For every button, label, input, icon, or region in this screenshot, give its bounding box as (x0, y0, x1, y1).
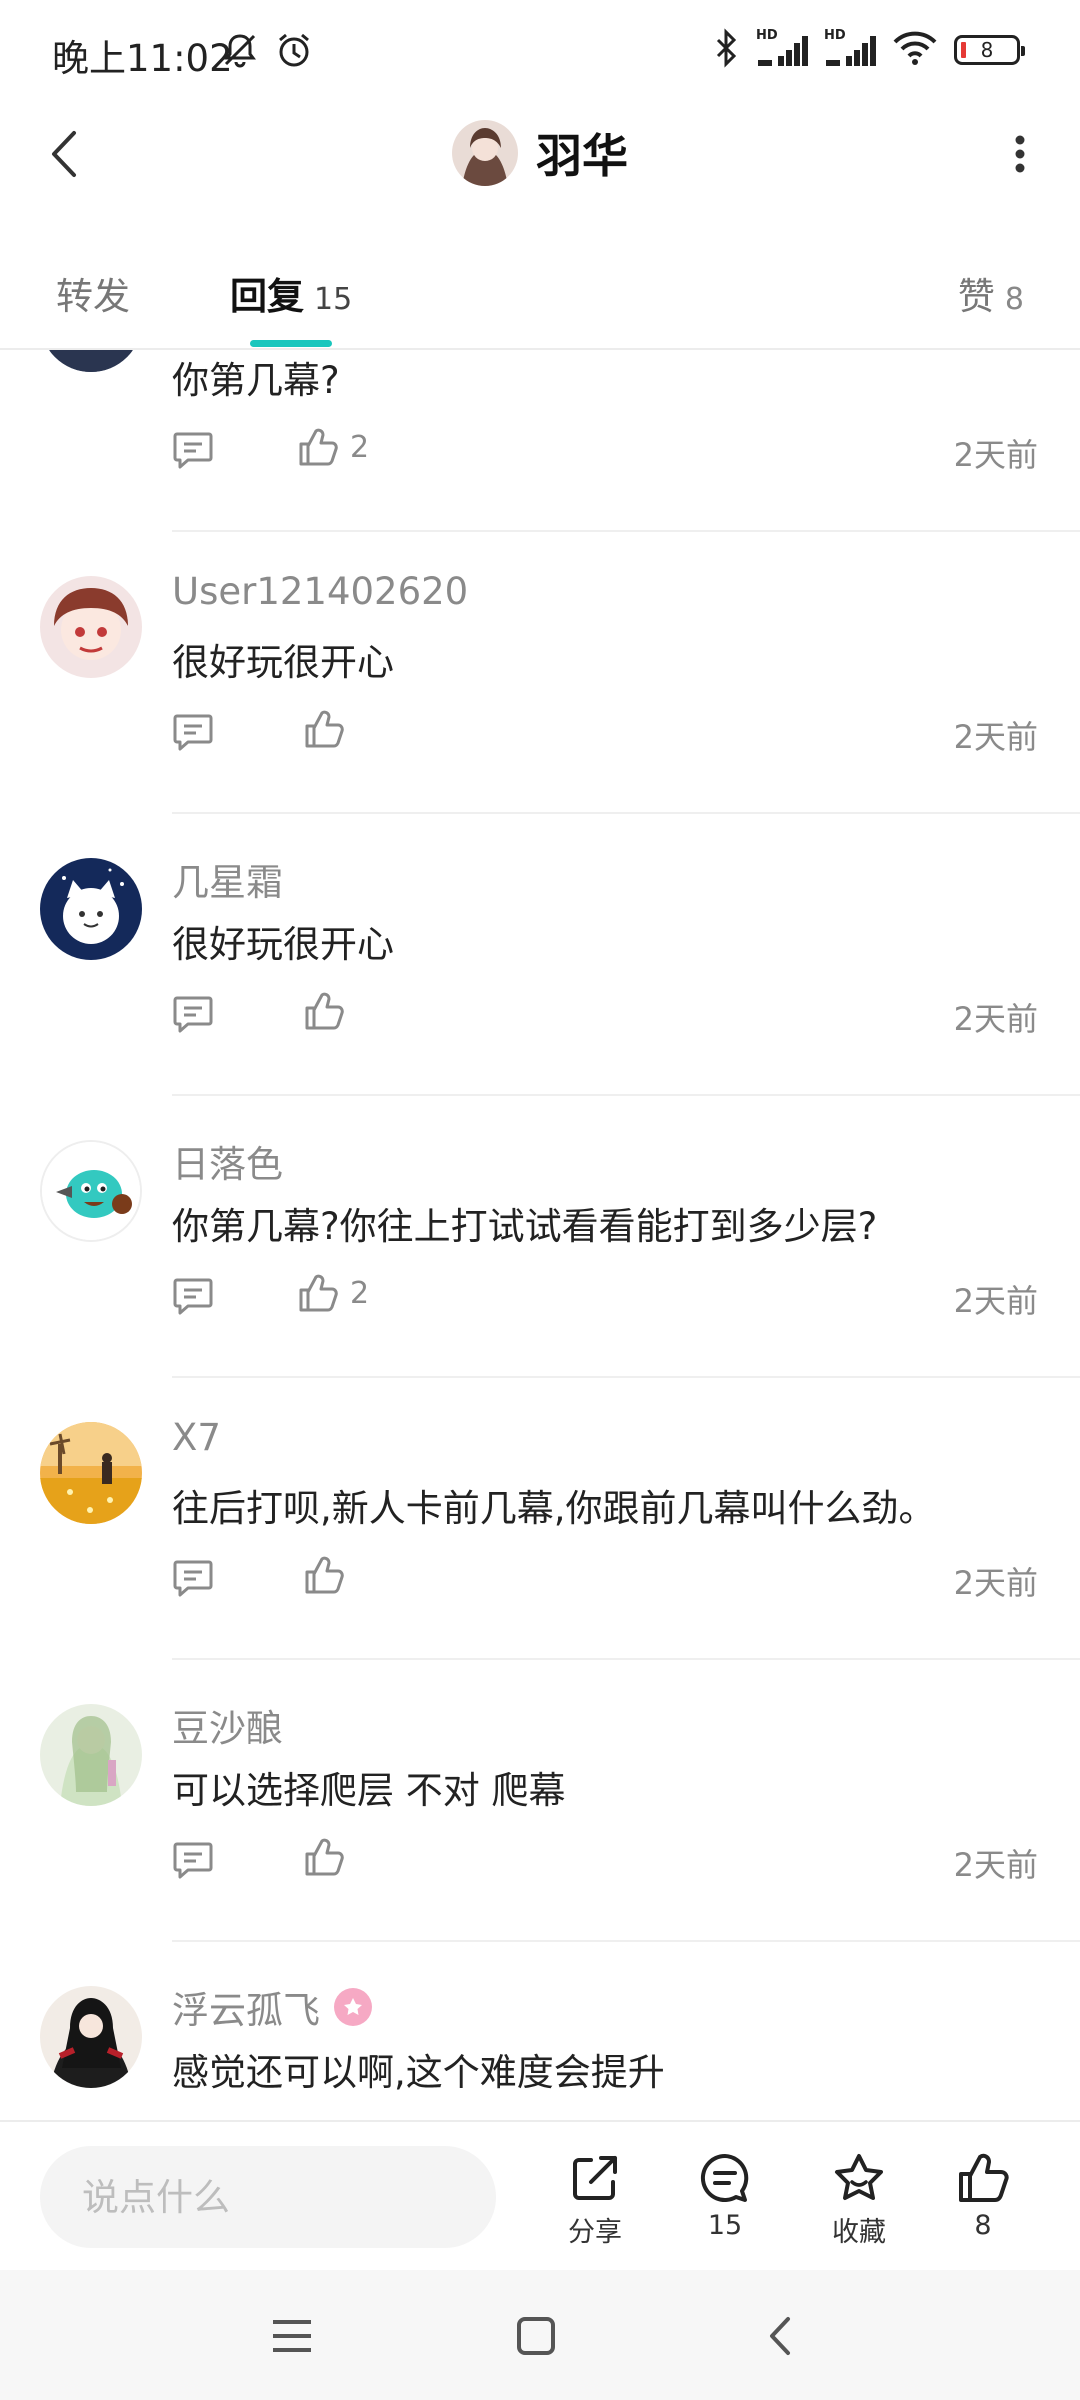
thumbs-up-icon (299, 428, 338, 466)
comment-author[interactable]: 豆沙酿 (172, 1698, 283, 1752)
status-time: 晚上11:02 (52, 37, 233, 80)
like-count-total: 8 (974, 2210, 992, 2241)
avatar[interactable] (40, 1140, 142, 1242)
comments-button[interactable]: 15 (670, 2152, 780, 2241)
comment-item: 浮云孤飞 感觉还可以啊,这个难度会提升 (0, 1942, 1080, 2120)
mute-icon (220, 30, 260, 74)
more-vertical-icon (1015, 135, 1025, 173)
comment-text: 往后打呗,新人卡前几幕,你跟前几幕叫什么劲。 (172, 1487, 936, 1530)
reply-icon[interactable] (172, 430, 214, 474)
comment-item: 你第几幕? 2 2天前 (0, 350, 1080, 532)
avatar[interactable] (40, 576, 142, 678)
comment-time: 2天前 (953, 1282, 1038, 1320)
chevron-left-icon (770, 2317, 790, 2355)
avatar[interactable] (40, 350, 142, 372)
reply-icon[interactable] (172, 1558, 214, 1602)
like-post-button[interactable]: 8 (928, 2152, 1038, 2241)
battery-icon: 8 (954, 35, 1025, 65)
comment-text: 你第几幕?你往上打试试看看能打到多少层? (172, 1205, 878, 1248)
thumbs-up-icon (299, 1274, 338, 1312)
thumbs-up-icon (305, 1838, 344, 1876)
comment-icon (700, 2153, 749, 2202)
avatar[interactable] (40, 858, 142, 960)
tab-bar: 转发 回复 15 赞 8 (0, 240, 1080, 350)
tab-repost[interactable]: 转发 (56, 266, 130, 320)
star-icon (835, 2154, 883, 2200)
tab-likes[interactable]: 赞 8 (958, 266, 1024, 320)
like-button[interactable] (304, 1836, 356, 1878)
share-icon (573, 2156, 617, 2200)
bottom-action-bar: 分享 15 收藏 8 (0, 2120, 1080, 2270)
wifi-icon (892, 28, 938, 72)
like-button[interactable] (304, 990, 356, 1032)
comment-text: 可以选择爬层 不对 爬幕 (172, 1769, 566, 1812)
tab-likes-count: 8 (1004, 282, 1024, 317)
system-navigation-bar (0, 2270, 1080, 2400)
nav-menu-button[interactable] (262, 2306, 322, 2366)
comment-item: 几星霜 很好玩很开心 2天前 (0, 814, 1080, 1096)
page-title: 羽华 (536, 129, 628, 183)
share-button[interactable]: 分享 (540, 2152, 650, 2249)
nav-home-button[interactable] (506, 2306, 566, 2366)
comment-list[interactable]: 你第几幕? 2 2天前 User121402620 很好玩很开心 2天前 几星霜… (0, 350, 1080, 2120)
thumbs-up-icon (305, 1556, 344, 1594)
comment-item: X7 往后打呗,新人卡前几幕,你跟前几幕叫什么劲。 2天前 (0, 1378, 1080, 1660)
more-options-button[interactable] (990, 124, 1050, 184)
header-avatar[interactable] (452, 120, 518, 186)
reply-icon[interactable] (172, 994, 214, 1038)
nav-back-button[interactable] (750, 2306, 810, 2366)
comment-author[interactable]: 日落色 (172, 1134, 283, 1188)
comment-time: 2天前 (953, 1000, 1038, 1038)
comment-author[interactable]: X7 (172, 1416, 221, 1459)
reply-icon[interactable] (172, 712, 214, 756)
comment-text: 很好玩很开心 (172, 641, 394, 684)
like-button[interactable]: 2 (298, 426, 369, 468)
avatar[interactable] (40, 1986, 142, 2088)
comment-time: 2天前 (953, 1564, 1038, 1602)
comment-text: 你第几幕? (172, 359, 340, 402)
alarm-icon (274, 30, 314, 74)
thumbs-up-icon (959, 2153, 1009, 2202)
comment-text: 感觉还可以啊,这个难度会提升 (172, 2051, 665, 2094)
avatar[interactable] (40, 1704, 142, 1806)
signal-hd-icon-2: HD (824, 28, 876, 70)
comment-item: User121402620 很好玩很开心 2天前 (0, 532, 1080, 814)
avatar[interactable] (40, 1422, 142, 1524)
thumbs-up-icon (305, 710, 344, 748)
battery-level: 8 (980, 38, 994, 62)
comment-author[interactable]: 几星霜 (172, 852, 283, 906)
comment-time: 2天前 (953, 718, 1038, 756)
comment-time: 2天前 (953, 1846, 1038, 1884)
comment-author[interactable]: 浮云孤飞 (172, 1980, 372, 2034)
tab-replies[interactable]: 回复 15 (230, 266, 352, 320)
like-button[interactable] (304, 708, 356, 750)
comment-count: 15 (707, 2210, 743, 2241)
header: 羽华 (0, 100, 1080, 210)
like-button[interactable]: 2 (298, 1272, 369, 1314)
comment-item: 日落色 你第几幕?你往上打试试看看能打到多少层? 2 2天前 (0, 1096, 1080, 1378)
favorite-button[interactable]: 收藏 (804, 2152, 914, 2249)
status-bar: 晚上11:02 HD HD 8 (0, 0, 1080, 100)
comment-time: 2天前 (953, 436, 1038, 474)
home-square-icon (517, 2317, 555, 2355)
like-count: 2 (350, 429, 370, 465)
tab-replies-count: 15 (314, 282, 353, 317)
reply-icon[interactable] (172, 1276, 214, 1320)
reply-icon[interactable] (172, 1840, 214, 1884)
menu-icon (273, 2320, 311, 2352)
thumbs-up-icon (305, 992, 344, 1030)
user-badge-icon (334, 1988, 372, 2026)
comment-author[interactable]: User121402620 (172, 570, 468, 613)
tab-indicator (250, 340, 332, 347)
signal-hd-icon: HD (756, 28, 808, 70)
like-count: 2 (350, 1275, 370, 1311)
comment-text: 很好玩很开心 (172, 923, 394, 966)
bluetooth-icon (714, 28, 740, 72)
comment-item: 豆沙酿 可以选择爬层 不对 爬幕 2天前 (0, 1660, 1080, 1942)
like-button[interactable] (304, 1554, 356, 1596)
comment-input[interactable] (40, 2146, 496, 2248)
